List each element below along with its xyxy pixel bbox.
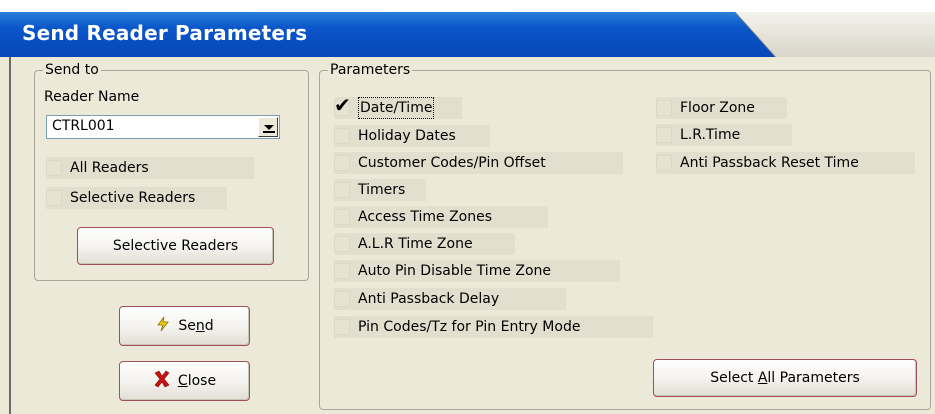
selective-readers-button[interactable]: Selective Readers	[77, 227, 274, 265]
send-button-label: Send	[178, 318, 214, 334]
checkbox-icon	[334, 236, 350, 252]
dialog-window: Send Reader Parameters Send to Reader Na…	[0, 0, 935, 414]
param-floor-zone-checkbox[interactable]: Floor Zone	[656, 97, 787, 119]
send-button[interactable]: Send	[119, 306, 250, 346]
all-readers-checkbox[interactable]: All Readers	[46, 157, 254, 179]
checkbox-icon: ✔	[334, 95, 351, 116]
param-pin-codes-checkbox[interactable]: Pin Codes/Tz for Pin Entry Mode	[334, 316, 653, 338]
param-date-time-label: Date/Time	[358, 97, 435, 119]
param-timers-label: Timers	[358, 182, 406, 198]
title-bar[interactable]: Send Reader Parameters	[0, 0, 935, 57]
select-all-parameters-button[interactable]: Select All Parameters	[653, 359, 917, 397]
checkbox-icon	[46, 190, 62, 206]
param-floor-zone-label: Floor Zone	[680, 100, 755, 116]
param-customer-codes-label: Customer Codes/Pin Offset	[358, 155, 546, 171]
checkbox-icon	[46, 160, 62, 176]
parameters-legend: Parameters	[330, 62, 411, 78]
checkbox-icon	[334, 155, 350, 171]
close-button-label: Close	[177, 373, 217, 389]
checkbox-icon	[334, 182, 350, 198]
reader-name-combobox[interactable]: CTRL001	[46, 115, 280, 139]
checkmark-icon: ✔	[334, 93, 351, 117]
lightning-icon	[155, 316, 171, 336]
param-auto-pin-disable-checkbox[interactable]: Auto Pin Disable Time Zone	[334, 260, 620, 282]
reader-name-value: CTRL001	[52, 118, 115, 134]
reader-name-label: Reader Name	[44, 89, 140, 105]
param-timers-checkbox[interactable]: Timers	[334, 179, 426, 201]
param-pin-codes-label: Pin Codes/Tz for Pin Entry Mode	[358, 319, 581, 335]
param-alr-time-zone-checkbox[interactable]: A.L.R Time Zone	[334, 233, 515, 255]
param-auto-pin-disable-label: Auto Pin Disable Time Zone	[358, 263, 552, 279]
selective-readers-label: Selective Readers	[70, 190, 196, 206]
send-to-legend: Send to	[45, 62, 99, 78]
param-access-time-zones-checkbox[interactable]: Access Time Zones	[334, 206, 548, 228]
param-customer-codes-checkbox[interactable]: Customer Codes/Pin Offset	[334, 152, 623, 174]
param-holiday-dates-checkbox[interactable]: Holiday Dates	[334, 125, 490, 147]
checkbox-icon	[334, 128, 350, 144]
param-anti-passback-delay-checkbox[interactable]: Anti Passback Delay	[334, 288, 566, 310]
param-anti-passback-delay-label: Anti Passback Delay	[358, 291, 500, 307]
checkbox-icon	[334, 319, 350, 335]
param-holiday-dates-label: Holiday Dates	[358, 128, 456, 144]
all-readers-label: All Readers	[70, 160, 149, 176]
param-lr-time-label: L.R.Time	[680, 127, 741, 143]
checkbox-icon	[656, 155, 672, 171]
checkbox-icon	[334, 263, 350, 279]
window-title: Send Reader Parameters	[22, 21, 308, 45]
param-anti-passback-reset-label: Anti Passback Reset Time	[680, 155, 859, 171]
checkbox-icon	[656, 127, 672, 143]
close-button[interactable]: Close	[119, 361, 250, 401]
checkbox-icon	[334, 209, 350, 225]
param-lr-time-checkbox[interactable]: L.R.Time	[656, 124, 792, 146]
param-date-time-checkbox[interactable]: ✔ Date/Time	[334, 95, 462, 119]
checkbox-icon	[334, 291, 350, 307]
selective-readers-checkbox[interactable]: Selective Readers	[46, 187, 227, 209]
select-all-parameters-label: Select All Parameters	[710, 370, 860, 386]
selective-readers-button-label: Selective Readers	[112, 238, 239, 254]
param-alr-time-zone-label: A.L.R Time Zone	[358, 236, 473, 252]
checkbox-icon	[656, 100, 672, 116]
param-access-time-zones-label: Access Time Zones	[358, 209, 493, 225]
dropdown-arrow-icon[interactable]	[258, 117, 278, 137]
red-x-icon	[153, 370, 171, 392]
param-anti-passback-reset-checkbox[interactable]: Anti Passback Reset Time	[656, 152, 915, 174]
